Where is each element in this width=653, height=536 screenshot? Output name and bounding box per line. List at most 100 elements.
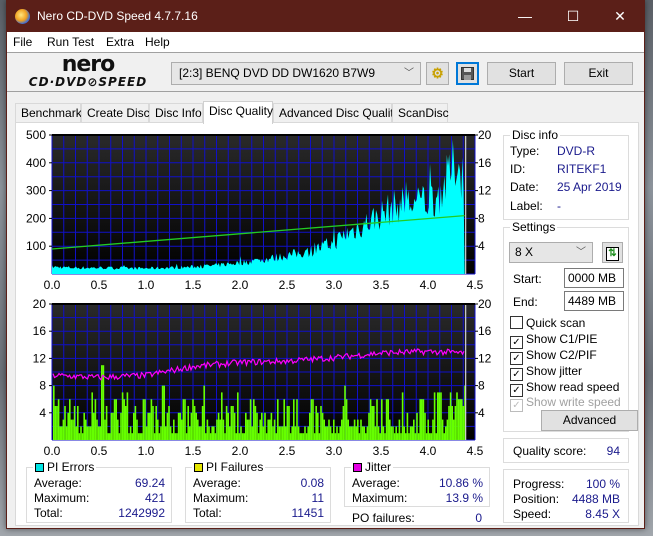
show-jitter-checkbox[interactable]: ✓ Show jitter <box>510 364 582 381</box>
quick-scan-checkbox[interactable]: Quick scan <box>510 316 585 330</box>
pi-failures-bar <box>182 399 185 440</box>
pi-failures-bar <box>192 399 194 440</box>
checkbox-label: Show write speed <box>526 395 621 409</box>
save-button[interactable] <box>456 62 479 85</box>
pi-failures-bar <box>422 399 425 440</box>
speed-select[interactable]: 8 X ﹀ <box>509 242 593 263</box>
pi-failures-bar <box>301 433 303 440</box>
pi-failures-bar <box>165 426 167 440</box>
maximize-button[interactable]: ☐ <box>550 1 596 32</box>
pi-failures-bar <box>405 433 407 440</box>
menu-help[interactable]: Help <box>145 35 170 49</box>
pi-failures-bar <box>317 412 319 440</box>
pi-failures-bar <box>355 426 357 440</box>
pi-failures-bar <box>374 426 377 440</box>
jitter-maximum-label: Maximum: <box>352 491 408 505</box>
pi-failures-bar <box>286 406 289 440</box>
end-field[interactable]: 4489 MB <box>564 291 624 311</box>
pi-failures-bar <box>105 406 108 440</box>
y-left-tick-label: 300 <box>26 184 46 198</box>
pi-failures-bar <box>361 426 364 440</box>
title-bar: Nero CD-DVD Speed 4.7.7.16 — ☐ ✕ <box>7 1 644 32</box>
advanced-button[interactable]: Advanced <box>541 410 638 431</box>
po-failures-value: 0 <box>475 511 482 525</box>
pi-failures-bar <box>384 433 386 440</box>
pi-failures-bar <box>299 433 301 440</box>
pi-failures-bar <box>352 426 354 440</box>
pi-failures-bar <box>433 392 436 440</box>
pi-failures-bar <box>221 392 223 440</box>
pi-failures-bar <box>134 406 137 440</box>
drive-select[interactable]: [2:3] BENQ DVD DD DW1620 B7W9 ﹀ <box>171 62 421 85</box>
pif-maximum-label: Maximum: <box>193 491 249 505</box>
pi-failures-bar <box>381 399 383 440</box>
tab-advanced-disc-quality[interactable]: Advanced Disc Quality <box>273 103 400 123</box>
pi-failures-bar <box>81 433 84 440</box>
pi-failures-bar <box>176 433 178 440</box>
menu-extra[interactable]: Extra <box>106 35 134 49</box>
x-tick-label: 3.5 <box>373 444 390 458</box>
refresh-speed-button[interactable]: ⇅ <box>602 242 623 263</box>
position-label: Position: <box>513 492 560 506</box>
pie-total-label: Total: <box>34 506 63 520</box>
pi-failures-bar <box>336 426 338 440</box>
show-c1-pie-checkbox[interactable]: ✓ Show C1/PIE <box>510 332 597 349</box>
pi-failures-bar <box>259 419 261 440</box>
menu-run-test[interactable]: Run Test <box>47 35 94 49</box>
pi-failures-bar <box>337 433 340 440</box>
tab-disc-info[interactable]: Disc Info <box>149 103 203 123</box>
start-button[interactable]: Start <box>487 62 556 85</box>
x-tick-label: 1.5 <box>185 444 202 458</box>
pi-failures-bar <box>206 419 209 440</box>
jitter-average-label: Average: <box>352 476 400 490</box>
pi-errors-title: PI Errors <box>33 460 97 474</box>
pi-failures-bar <box>448 406 450 440</box>
pi-failures-bar <box>235 433 237 440</box>
pi-failures-bar <box>267 419 269 440</box>
pi-failures-bar <box>144 399 146 440</box>
exit-button[interactable]: Exit <box>564 62 633 85</box>
pi-failures-bar <box>445 426 447 440</box>
pi-failures-bar <box>441 419 444 440</box>
refresh-drives-button[interactable]: ⚙ <box>426 62 449 85</box>
pi-failures-bar <box>345 399 348 440</box>
pi-failures-bar <box>432 419 434 440</box>
pi-failures-bar <box>86 426 89 440</box>
tab-scandisc[interactable]: ScanDisc <box>392 103 449 123</box>
pi-failures-bar <box>291 426 293 440</box>
pi-failures-bar <box>67 412 69 440</box>
minimize-button[interactable]: — <box>502 1 548 32</box>
tab-disc-quality[interactable]: Disc Quality <box>203 101 273 124</box>
pi-failures-bar <box>232 406 234 440</box>
pi-failures-bar <box>406 412 409 440</box>
y-right-tick-label: 16 <box>478 324 492 338</box>
pi-failures-bar <box>326 426 329 440</box>
pi-failures-bar <box>69 399 71 440</box>
pi-failures-bar <box>123 399 125 440</box>
show-c2-pif-checkbox[interactable]: ✓ Show C2/PIF <box>510 348 597 365</box>
pi-errors-stats: PI Errors Average: 69.24 Maximum: 421 To… <box>26 460 172 523</box>
pi-failures-bar <box>294 426 297 440</box>
pi-failures-bar <box>141 433 143 440</box>
pi-failures-bar <box>305 433 308 440</box>
x-tick-label: 0.0 <box>44 278 61 292</box>
pi-failures-bar <box>163 385 165 440</box>
start-field[interactable]: 0000 MB <box>564 268 624 288</box>
pi-failures-bar <box>457 399 460 440</box>
pi-failures-bar <box>459 399 461 440</box>
pi-failures-bar <box>379 433 381 440</box>
pi-failures-chart-svg: 20 16 12 8 4 20 16 12 8 4 0.0 0.5 1.0 1.5 2.0 2.5 3.0 3.5… <box>33 297 492 458</box>
y-left-tick-label: 4 <box>39 406 46 420</box>
close-button[interactable]: ✕ <box>597 1 643 32</box>
tab-benchmark[interactable]: Benchmark <box>15 103 82 123</box>
menu-file[interactable]: File <box>13 35 32 49</box>
pi-failures-bar <box>203 385 205 440</box>
pi-failures-bar <box>152 406 154 440</box>
tab-create-disc[interactable]: Create Disc <box>81 103 150 123</box>
pi-failures-bar <box>142 399 145 440</box>
pi-failures-bar <box>118 433 121 440</box>
x-tick-label: 3.0 <box>326 278 343 292</box>
pi-failures-bar <box>177 412 180 440</box>
pi-failures-bar <box>400 433 402 440</box>
pi-failures-bar <box>347 419 349 440</box>
